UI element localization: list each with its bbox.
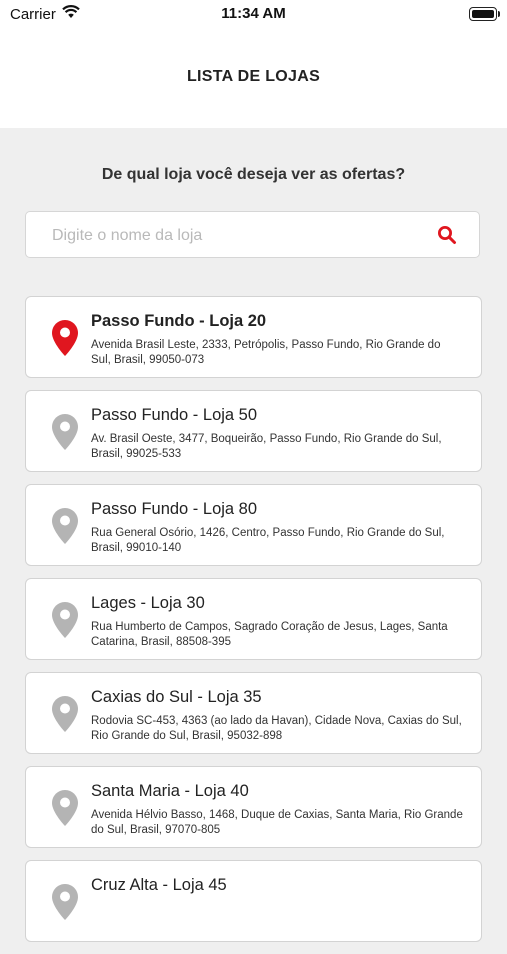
map-pin-icon (52, 602, 78, 638)
search-box (25, 211, 480, 259)
map-pin-icon (52, 320, 78, 356)
store-list: Passo Fundo - Loja 20 Avenida Brasil Lest… (25, 296, 482, 954)
page-title: LISTA DE LOJAS (186, 68, 321, 85)
store-address: Avenida Hélvio Basso, 1468, Duque de Cax… (91, 809, 463, 836)
store-address: Rua Humberto de Campos, Sagrado Coração … (91, 621, 448, 648)
store-address: Av. Brasil Oeste, 3477, Boqueirão, Passo… (91, 433, 442, 460)
search-icon[interactable] (437, 225, 457, 245)
store-address: Avenida Brasil Leste, 2333, Petrópolis, … (91, 339, 441, 366)
map-pin-icon (52, 508, 78, 544)
store-card[interactable]: Passo Fundo - Loja 50 Av. Brasil Oeste, 3… (25, 390, 482, 472)
store-name: Passo Fundo - Loja 20 (91, 312, 267, 330)
map-pin-icon (52, 790, 78, 826)
store-name: Lages - Loja 30 (91, 594, 205, 612)
battery-icon (469, 7, 500, 21)
store-name: Cruz Alta - Loja 45 (91, 876, 227, 894)
store-card[interactable]: Passo Fundo - Loja 80 Rua General Osório,… (25, 484, 482, 566)
store-question: De qual loja você deseja ver as ofertas? (101, 166, 406, 183)
store-card[interactable]: Lages - Loja 30 Rua Humberto de Campos, S… (25, 578, 482, 660)
store-name: Caxias do Sul - Loja 35 (91, 688, 262, 706)
store-name: Santa Maria - Loja 40 (91, 782, 249, 800)
map-pin-icon (52, 696, 78, 732)
store-name: Passo Fundo - Loja 80 (91, 500, 258, 518)
store-address: Rodovia SC-453, 4363 (ao lado da Havan),… (91, 715, 462, 742)
store-address: Rua General Osório, 1426, Centro, Passo … (91, 527, 445, 554)
store-name: Passo Fundo - Loja 50 (91, 406, 258, 424)
status-bar: Carrier 11:34 AM (0, 0, 507, 28)
status-clock: 11:34 AM (221, 5, 286, 22)
map-pin-icon (52, 414, 78, 450)
store-card[interactable]: Passo Fundo - Loja 20 Avenida Brasil Lest… (25, 296, 482, 378)
store-card[interactable]: Santa Maria - Loja 40 Avenida Hélvio Bass… (25, 766, 482, 848)
map-pin-icon (52, 884, 78, 920)
store-card[interactable]: Caxias do Sul - Loja 35 Rodovia SC-453, 4… (25, 672, 482, 754)
search-input[interactable] (50, 212, 434, 259)
app-header: LISTA DE LOJAS (0, 28, 507, 128)
store-card[interactable]: Cruz Alta - Loja 45 (25, 860, 482, 942)
